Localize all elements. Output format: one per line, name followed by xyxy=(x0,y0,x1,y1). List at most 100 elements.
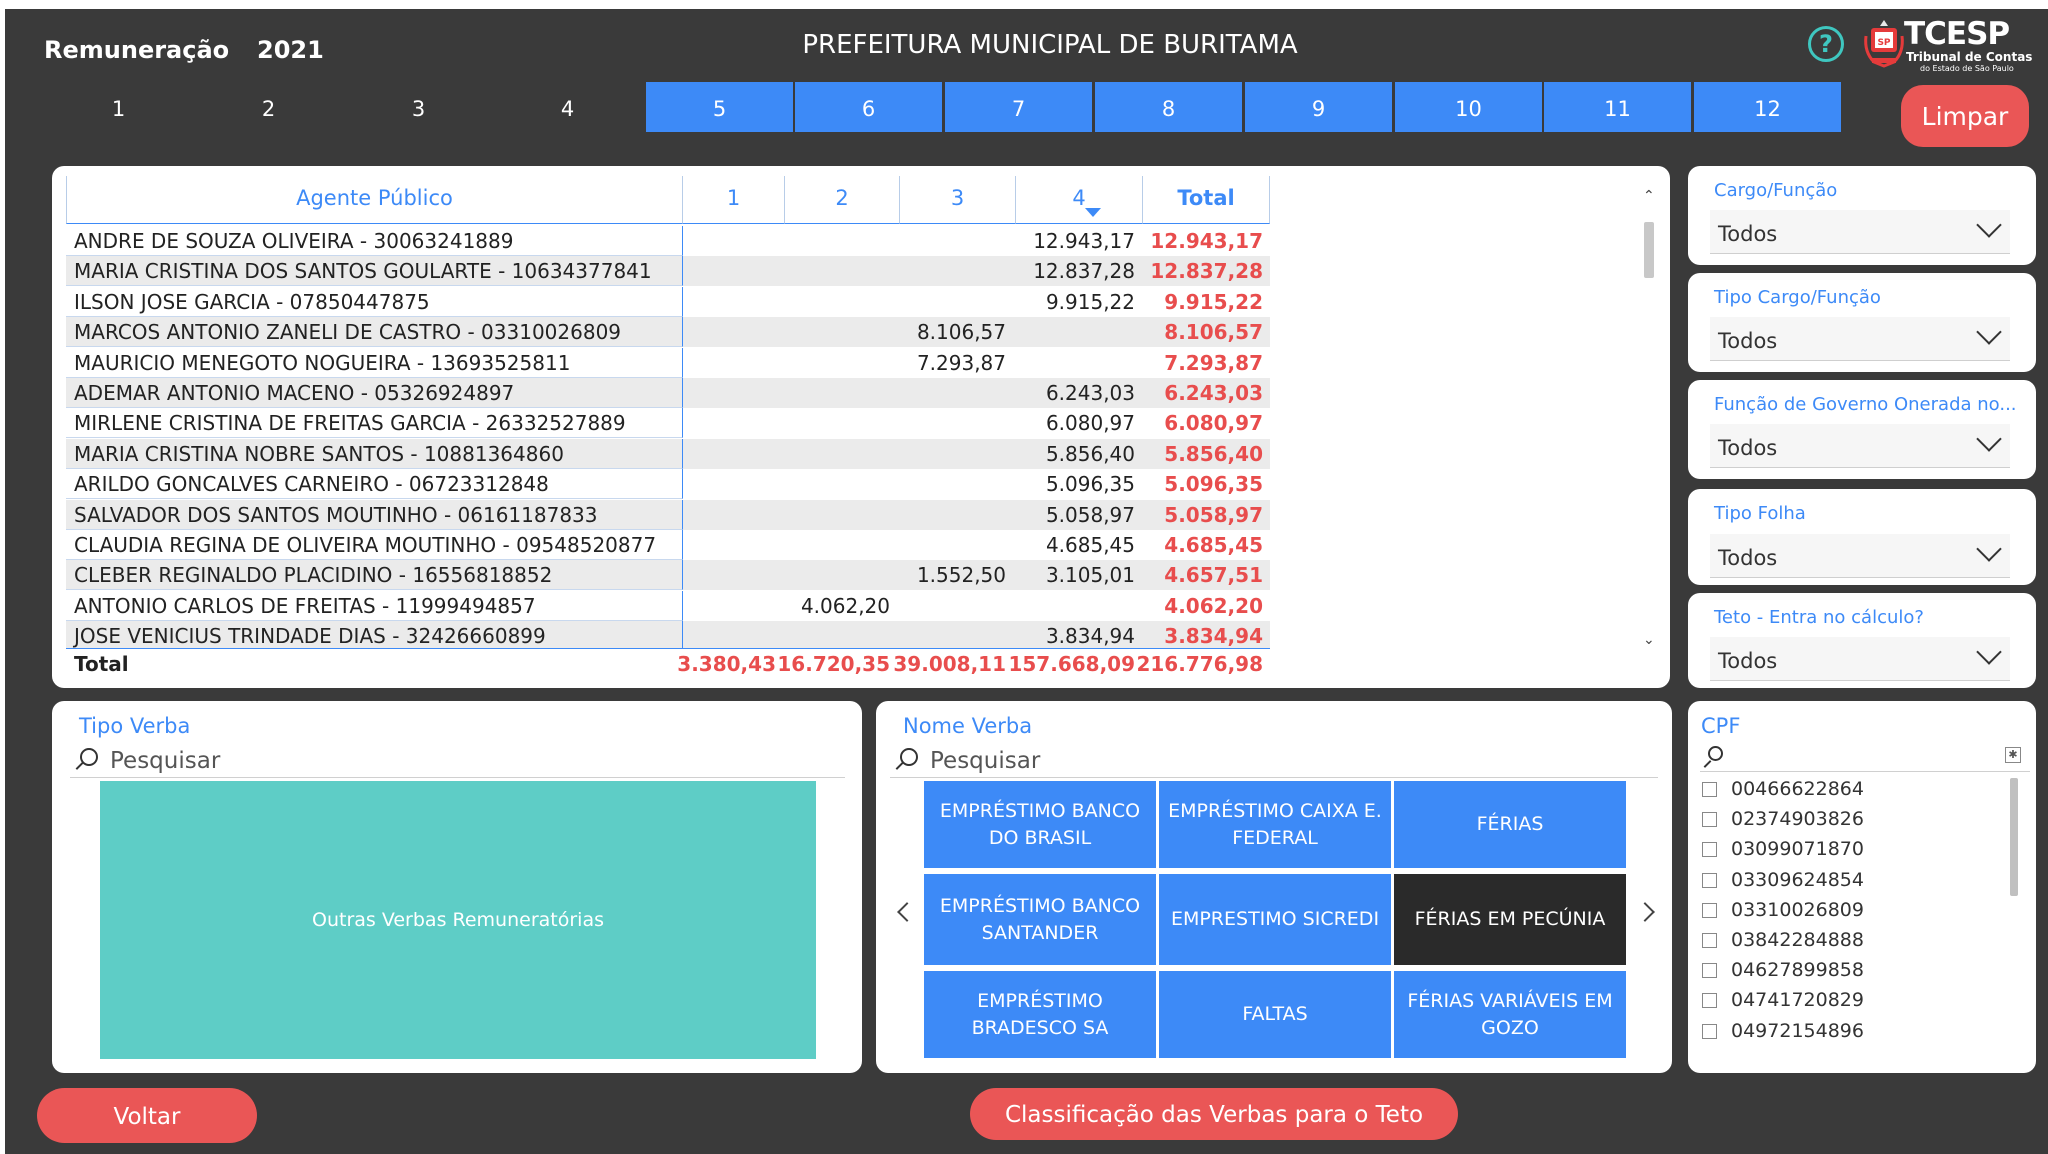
table-row[interactable]: ILSON JOSE GARCIA - 07850447875 9.915,22 9… xyxy=(66,286,1270,317)
search-placeholder: Pesquisar xyxy=(930,748,1041,774)
cpf-scrollbar[interactable] xyxy=(2010,778,2018,896)
classification-button[interactable]: Classificação das Verbas para o Teto xyxy=(970,1088,1458,1140)
cpf-value: 04972154896 xyxy=(1731,1019,1864,1042)
month-tab-11[interactable]: 11 xyxy=(1544,82,1691,132)
verba-tile[interactable]: EMPRÉSTIMO BRADESCO SA xyxy=(924,971,1156,1058)
filter-tipo-cargo-funcao: Tipo Cargo/Função Todos xyxy=(1688,273,2036,372)
help-icon[interactable]: ? xyxy=(1808,26,1844,62)
filter-teto: Teto - Entra no cálculo? Todos xyxy=(1688,593,2036,688)
checkbox[interactable] xyxy=(1702,842,1717,858)
tipo-verba-tile[interactable]: Outras Verbas Remuneratórias xyxy=(100,781,816,1059)
column-header-month-4[interactable]: 4 xyxy=(1016,176,1143,224)
verba-tile-selected[interactable]: FÉRIAS EM PECÚNIA xyxy=(1394,874,1626,965)
nome-verba-search[interactable]: Pesquisar xyxy=(890,744,1658,778)
total-row: Total 3.380,43 16.720,35 39.008,11 157.668,0… xyxy=(66,648,1270,678)
table-row[interactable]: MIRLENE CRISTINA DE FREITAS GARCIA - 263… xyxy=(66,408,1270,439)
verba-tile[interactable]: FÉRIAS VARIÁVEIS EM GOZO xyxy=(1394,971,1626,1058)
logo-subtitle-small: do Estado de São Paulo xyxy=(1920,64,2014,73)
checkbox[interactable] xyxy=(1702,902,1717,918)
scroll-up-icon[interactable]: ⌃ xyxy=(1643,188,1655,204)
filter-value: Todos xyxy=(1718,546,1778,570)
table-row[interactable]: ANDRE DE SOUZA OLIVEIRA - 30063241889 12.… xyxy=(66,226,1270,256)
cpf-search[interactable] xyxy=(1700,742,2030,772)
month-tab-12[interactable]: 12 xyxy=(1694,82,1841,132)
tipo-verba-search[interactable]: Pesquisar xyxy=(70,744,845,778)
cpf-value: 04741720829 xyxy=(1731,989,1864,1012)
clear-search-icon[interactable]: ✱ xyxy=(2005,747,2021,763)
filter-dropdown[interactable]: Todos xyxy=(1710,210,2010,254)
chevron-down-icon xyxy=(1976,426,2002,452)
month-tab-3[interactable]: 3 xyxy=(345,82,492,132)
column-header-agent[interactable]: Agente Público xyxy=(66,176,683,224)
month-tab-5[interactable]: 5 xyxy=(646,82,793,132)
cpf-value: 03099071870 xyxy=(1731,838,1864,861)
checkbox[interactable] xyxy=(1702,872,1717,888)
filter-value: Todos xyxy=(1718,436,1778,460)
scroll-down-icon[interactable]: ⌄ xyxy=(1643,632,1655,648)
column-header-month-3[interactable]: 3 xyxy=(900,176,1016,224)
table-row[interactable]: MARIA CRISTINA DOS SANTOS GOULARTE - 106… xyxy=(66,256,1270,287)
total-value: 4.657,51 xyxy=(1164,563,1263,588)
table-row[interactable]: CLAUDIA REGINA DE OLIVEIRA MOUTINHO - 09… xyxy=(66,530,1270,560)
table-row[interactable]: JOSE VENICIUS TRINDADE DIAS - 3242666089… xyxy=(66,621,1270,652)
month-tab-6[interactable]: 6 xyxy=(795,82,942,132)
filter-label: Teto - Entra no cálculo? xyxy=(1714,607,1924,628)
svg-text:SP: SP xyxy=(1877,38,1890,48)
clear-filters-button[interactable]: Limpar xyxy=(1901,85,2029,147)
back-button[interactable]: Voltar xyxy=(37,1088,257,1143)
logo-subtitle: Tribunal de Contas xyxy=(1906,50,2033,64)
table-row[interactable]: ANTONIO CARLOS DE FREITAS - 11999494857 4… xyxy=(66,590,1270,621)
month-tab-8[interactable]: 8 xyxy=(1095,82,1242,132)
column-header-total[interactable]: Total xyxy=(1143,176,1270,224)
month-tab-7[interactable]: 7 xyxy=(945,82,1092,132)
search-icon xyxy=(900,748,918,766)
sort-descending-icon[interactable] xyxy=(1085,208,1101,217)
checkbox[interactable] xyxy=(1702,993,1717,1009)
filter-dropdown[interactable]: Todos xyxy=(1710,534,2010,578)
month-tab-9[interactable]: 9 xyxy=(1245,82,1392,132)
month-tab-4[interactable]: 4 xyxy=(494,82,641,132)
total-value: 8.106,57 xyxy=(1164,320,1263,345)
month-tab-1[interactable]: 1 xyxy=(45,82,192,132)
table-row[interactable]: MAURICIO MENEGOTO NOGUEIRA - 13693525811… xyxy=(66,347,1270,378)
filter-label: Tipo Cargo/Função xyxy=(1714,287,1881,308)
filter-dropdown[interactable]: Todos xyxy=(1710,317,2010,361)
verba-tile[interactable]: EMPRESTIMO SICREDI xyxy=(1159,874,1391,965)
column-header-month-1[interactable]: 1 xyxy=(683,176,785,224)
checkbox[interactable] xyxy=(1702,963,1717,979)
month-tab-10[interactable]: 10 xyxy=(1395,82,1542,132)
verba-tile[interactable]: EMPRÉSTIMO BANCO SANTANDER xyxy=(924,874,1156,965)
column-header-month-2[interactable]: 2 xyxy=(785,176,900,224)
tcesp-logo: SP TCESP Tribunal de Contas do Estado de… xyxy=(1862,16,2033,73)
table-row[interactable]: MARCOS ANTONIO ZANELI DE CASTRO - 033100… xyxy=(66,317,1270,348)
checkbox[interactable] xyxy=(1702,812,1717,828)
checkbox[interactable] xyxy=(1702,782,1717,797)
table-row[interactable]: ARILDO GONCALVES CARNEIRO - 06723312848 5… xyxy=(66,469,1270,500)
page-title: PREFEITURA MUNICIPAL DE BURITAMA xyxy=(802,30,1298,60)
verba-tile[interactable]: FÉRIAS xyxy=(1394,781,1626,868)
filter-dropdown[interactable]: Todos xyxy=(1710,424,2010,468)
chevron-down-icon xyxy=(1976,319,2002,345)
cpf-value: 03842284888 xyxy=(1731,929,1864,951)
verba-tile[interactable]: FALTAS xyxy=(1159,971,1391,1058)
table-row[interactable]: ADEMAR ANTONIO MACENO - 05326924897 6.243… xyxy=(66,378,1270,408)
tipo-verba-title: Tipo Verba xyxy=(79,714,191,738)
verba-tile[interactable]: EMPRÉSTIMO CAIXA E. FEDERAL xyxy=(1159,781,1391,868)
table-row[interactable]: CLEBER REGINALDO PLACIDINO - 16556818852… xyxy=(66,560,1270,591)
checkbox[interactable] xyxy=(1702,933,1717,948)
total-value: 12.837,28 xyxy=(1150,259,1263,284)
filter-label: Cargo/Função xyxy=(1714,180,1838,201)
search-placeholder: Pesquisar xyxy=(110,748,221,774)
filter-dropdown[interactable]: Todos xyxy=(1710,637,2010,681)
table-scrollbar[interactable] xyxy=(1644,222,1654,278)
verba-tile[interactable]: EMPRÉSTIMO BANCO DO BRASIL xyxy=(924,781,1156,868)
chevron-down-icon xyxy=(1976,212,2002,238)
total-value: 5.058,97 xyxy=(1164,502,1263,527)
checkbox[interactable] xyxy=(1702,1023,1717,1039)
table-row[interactable]: SALVADOR DOS SANTOS MOUTINHO - 061611878… xyxy=(66,499,1270,530)
table-row[interactable]: MARIA CRISTINA NOBRE SANTOS - 1088136486… xyxy=(66,438,1270,469)
cpf-value: 03309624854 xyxy=(1731,868,1864,891)
nome-verba-title: Nome Verba xyxy=(903,714,1033,738)
total-value: 6.080,97 xyxy=(1164,411,1263,436)
month-tab-2[interactable]: 2 xyxy=(195,82,342,132)
